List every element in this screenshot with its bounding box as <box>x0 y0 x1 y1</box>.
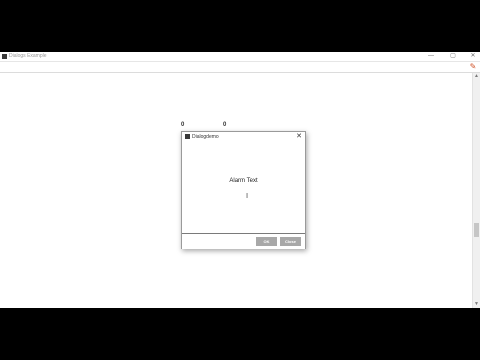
dialog-message: Alarm Text <box>229 178 258 184</box>
vertical-scrollbar[interactable]: ▲ ▼ <box>472 73 480 308</box>
close-window-button[interactable]: ✕ <box>466 52 480 61</box>
ok-button[interactable]: OK <box>256 237 277 246</box>
dialog-close-icon[interactable]: ✕ <box>295 132 303 142</box>
counter-right: 0 <box>223 122 227 128</box>
toolbar: ✎ <box>0 62 480 73</box>
app-icon <box>2 54 7 59</box>
text-cursor-icon: I <box>246 192 249 200</box>
window-title: Dialogs Example <box>9 53 47 59</box>
title-bar: Dialogs Example — ▢ ✕ <box>0 52 480 62</box>
dialog-button-bar: OK Close <box>182 233 305 249</box>
app-window: Dialogs Example — ▢ ✕ ✎ ▲ ▼ 0 0 Dialogde… <box>0 52 480 308</box>
minimize-button[interactable]: — <box>424 52 438 61</box>
dialog: Dialogdemo ✕ Alarm Text I OK Close <box>181 131 306 249</box>
counter-left: 0 <box>181 122 185 128</box>
paint-brush-icon[interactable]: ✎ <box>469 63 477 71</box>
close-button[interactable]: Close <box>280 237 301 246</box>
dialog-title: Dialogdemo <box>192 134 219 140</box>
scroll-down-icon[interactable]: ▼ <box>473 301 480 308</box>
maximize-button[interactable]: ▢ <box>446 52 460 61</box>
scroll-up-icon[interactable]: ▲ <box>473 73 480 80</box>
scroll-thumb[interactable] <box>474 223 479 237</box>
dialog-title-bar: Dialogdemo ✕ <box>182 132 305 142</box>
dialog-app-icon <box>185 134 190 139</box>
